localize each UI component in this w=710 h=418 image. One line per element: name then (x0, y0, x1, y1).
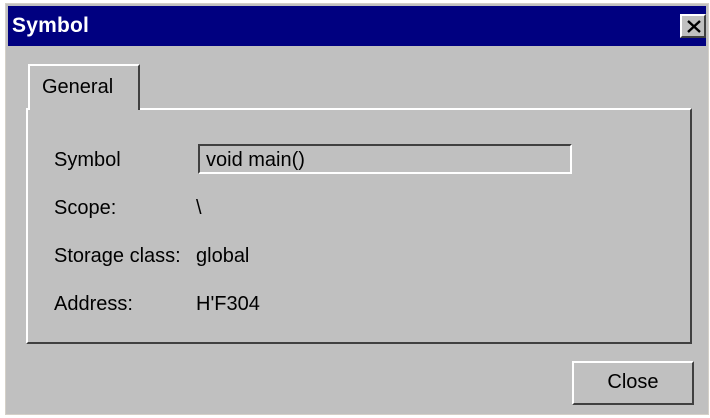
address-value: H'F304 (196, 293, 260, 315)
scope-value: \ (196, 197, 202, 219)
close-icon (687, 20, 701, 33)
storage-class-value: global (196, 245, 250, 267)
title-bar: Symbol (8, 6, 706, 46)
close-button[interactable]: Close (572, 361, 694, 405)
symbol-field[interactable]: void main() (198, 144, 572, 174)
window-title: Symbol (12, 14, 90, 37)
storage-class-label: Storage class: (54, 245, 181, 267)
scope-label: Scope: (54, 197, 117, 219)
address-label: Address: (54, 293, 133, 315)
tab-general[interactable]: General (28, 64, 140, 110)
symbol-label: Symbol (54, 149, 121, 171)
title-close-button[interactable] (680, 14, 706, 38)
tab-general-label: General (42, 76, 114, 98)
symbol-dialog: Symbol General Symbol void main() Scope:… (5, 3, 709, 415)
